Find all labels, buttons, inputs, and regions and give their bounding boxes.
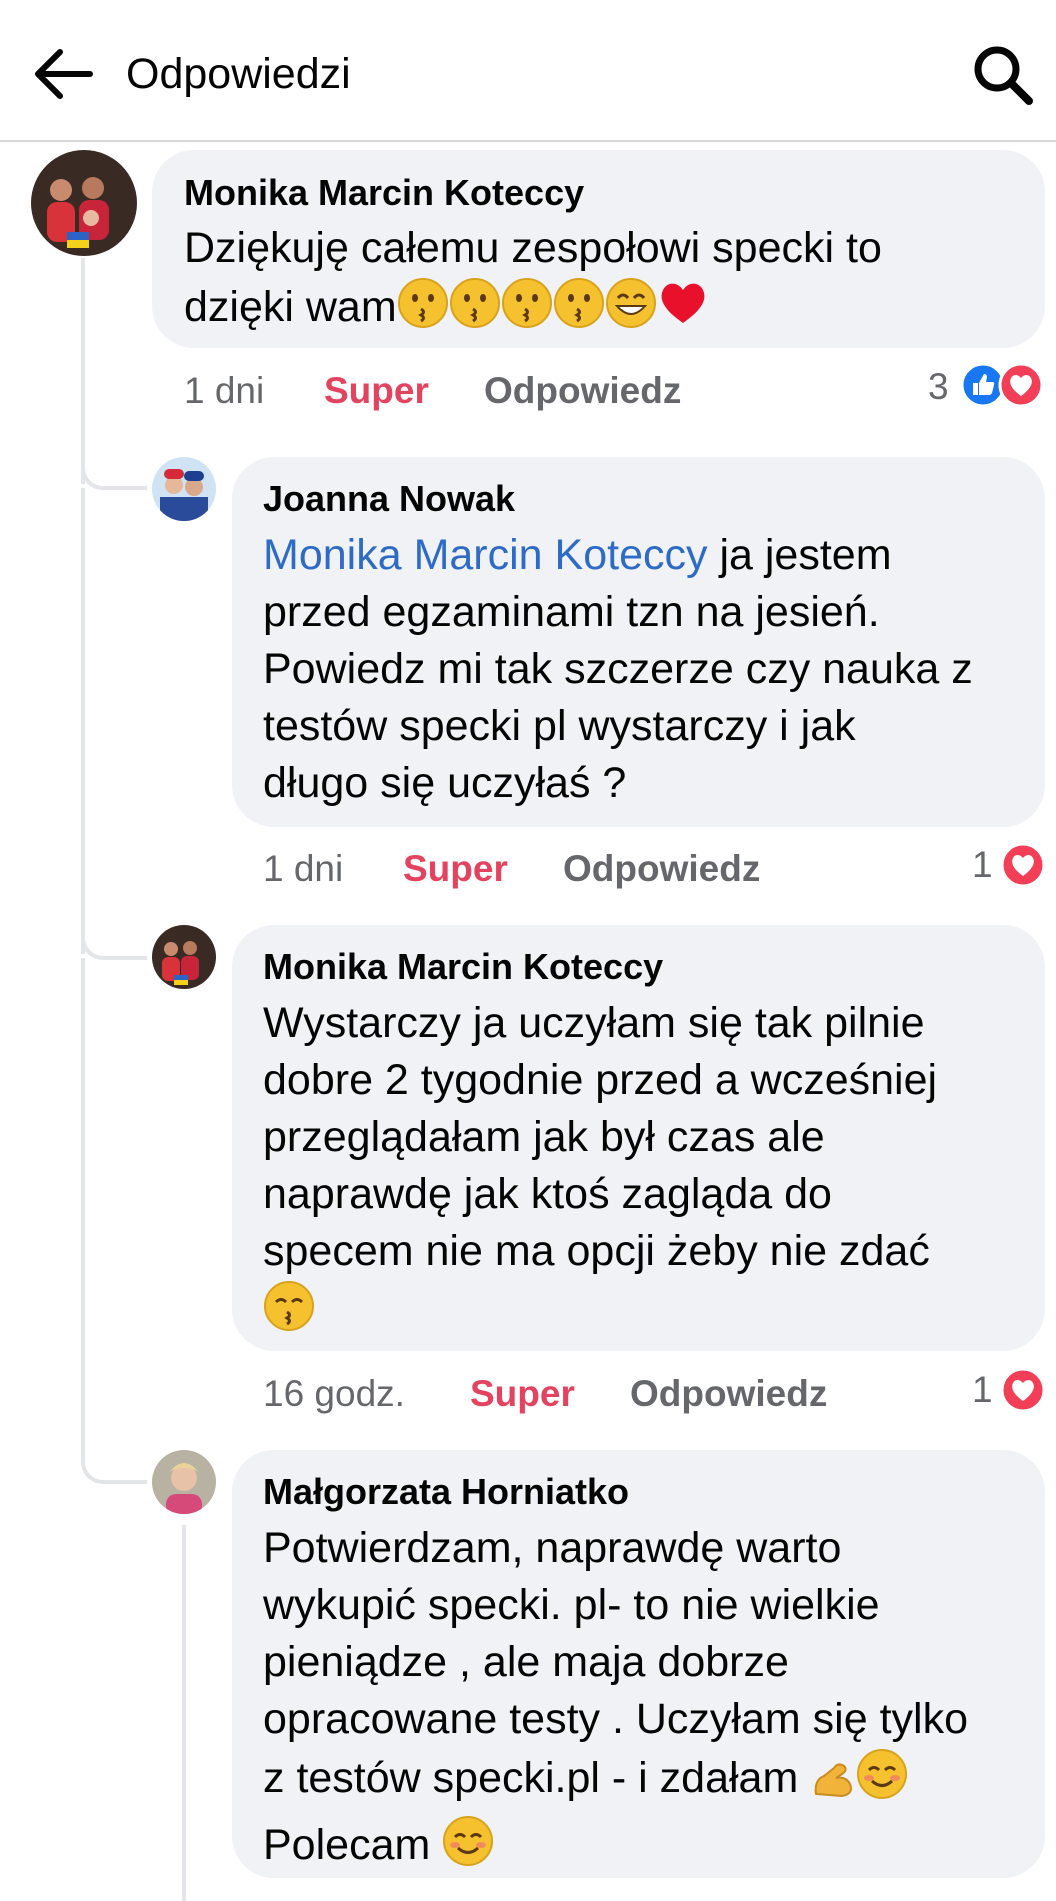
thread-connector xyxy=(81,1434,147,1484)
comment-text-line: wykupić specki. pl- to nie wielkie xyxy=(263,1581,880,1629)
comment-author[interactable]: Monika Marcin Koteccy xyxy=(184,172,584,214)
comment-text-line: przed egzaminami tzn na jesień. xyxy=(263,588,880,636)
kissing-smiling-eyes-icon xyxy=(263,1280,315,1347)
flexed-biceps-icon xyxy=(810,1754,856,1815)
top-bar: Odpowiedzi xyxy=(0,0,1056,142)
thread-connector xyxy=(81,440,147,490)
comment-text-line: z testów specki.pl - i zdałam xyxy=(263,1748,1033,1815)
reaction-count[interactable]: 1 xyxy=(972,844,993,886)
kissing-face-icon xyxy=(501,277,553,344)
back-button[interactable] xyxy=(30,44,96,104)
comment-text-line xyxy=(263,1280,1033,1347)
love-reaction-icon[interactable] xyxy=(1000,842,1046,888)
comment-author[interactable]: Małgorzata Horniatko xyxy=(263,1471,629,1513)
arrow-left-icon xyxy=(35,49,93,99)
mention-link[interactable]: Monika Marcin Koteccy xyxy=(263,531,708,579)
reply-button[interactable]: Odpowiedz xyxy=(484,370,681,412)
thread-connector xyxy=(81,910,147,960)
smiling-face-icon xyxy=(442,1815,494,1882)
comment-text-line: dobre 2 tygodnie przed a wcześniej xyxy=(263,1056,938,1104)
grinning-face-icon xyxy=(605,277,657,344)
comment-text-line: przeglądałam jak był czas ale xyxy=(263,1113,825,1161)
comment-author[interactable]: Joanna Nowak xyxy=(263,478,515,520)
comment-text: Dziękuję całemu zespołowi specki to dzię… xyxy=(184,220,1034,344)
comment-text-line: Wystarczy ja uczyłam się tak pilnie xyxy=(263,999,925,1047)
love-reaction-icon[interactable] xyxy=(1000,1367,1046,1413)
thread-line xyxy=(81,488,85,954)
like-button[interactable]: Super xyxy=(324,370,429,412)
love-reaction-icon xyxy=(998,362,1044,408)
comment-text: Wystarczy ja uczyłam się tak pilnie dobr… xyxy=(263,995,1033,1347)
comment-text-line: Monika Marcin Koteccy ja jestem xyxy=(263,531,892,579)
reply-button[interactable]: Odpowiedz xyxy=(563,848,760,890)
comment-text-line: Potwierdzam, naprawdę warto xyxy=(263,1524,842,1572)
comment-text-line: pieniądze , ale maja dobrze xyxy=(263,1638,789,1686)
comment-text-line: długo się uczyłaś ? xyxy=(263,759,627,807)
comment-author[interactable]: Monika Marcin Koteccy xyxy=(263,946,663,988)
kissing-face-icon xyxy=(397,277,449,344)
reaction-count[interactable]: 1 xyxy=(972,1369,993,1411)
comment-text-line: Dziękuję całemu zespołowi specki to xyxy=(184,224,882,272)
reply-button[interactable]: Odpowiedz xyxy=(630,1373,827,1415)
comment-text-line: testów specki pl wystarczy i jak xyxy=(263,702,856,750)
comment-time: 16 godz. xyxy=(263,1373,405,1414)
avatar[interactable] xyxy=(152,925,216,989)
comment-text-line: opracowane testy . Uczyłam się tylko xyxy=(263,1695,968,1743)
red-heart-icon xyxy=(657,277,709,344)
thread-line xyxy=(81,958,85,1448)
comment-text-line: specem nie ma opcji żeby nie zdać xyxy=(263,1227,930,1275)
search-icon xyxy=(974,46,1033,105)
comment-text-line: dzięki wam xyxy=(184,277,1034,344)
thread-line xyxy=(182,1525,186,1901)
avatar[interactable] xyxy=(152,1450,216,1514)
comment-time: 1 dni xyxy=(184,370,265,411)
comment-time: 1 dni xyxy=(263,848,344,889)
smiling-face-icon xyxy=(856,1748,908,1815)
replies-screen: Odpowiedzi Monika Marcin Koteccy Dziękuj… xyxy=(0,0,1056,1901)
comment-text-line: naprawdę jak ktoś zagląda do xyxy=(263,1170,832,1218)
kissing-face-icon xyxy=(553,277,605,344)
comment-text-line: Powiedz mi tak szczerze czy nauka z xyxy=(263,645,973,693)
reactions[interactable] xyxy=(960,362,1050,408)
comment-text-line: Polecam xyxy=(263,1815,1033,1882)
like-button[interactable]: Super xyxy=(403,848,508,890)
search-button[interactable] xyxy=(972,44,1034,106)
kissing-face-icon xyxy=(449,277,501,344)
comment-text: Potwierdzam, naprawdę warto wykupić spec… xyxy=(263,1520,1033,1882)
reaction-count[interactable]: 3 xyxy=(928,366,949,408)
like-button[interactable]: Super xyxy=(470,1373,575,1415)
comment-text: Monika Marcin Koteccy ja jestem przed eg… xyxy=(263,527,1033,812)
avatar[interactable] xyxy=(31,150,137,256)
avatar[interactable] xyxy=(152,457,216,521)
page-title: Odpowiedzi xyxy=(126,50,351,98)
